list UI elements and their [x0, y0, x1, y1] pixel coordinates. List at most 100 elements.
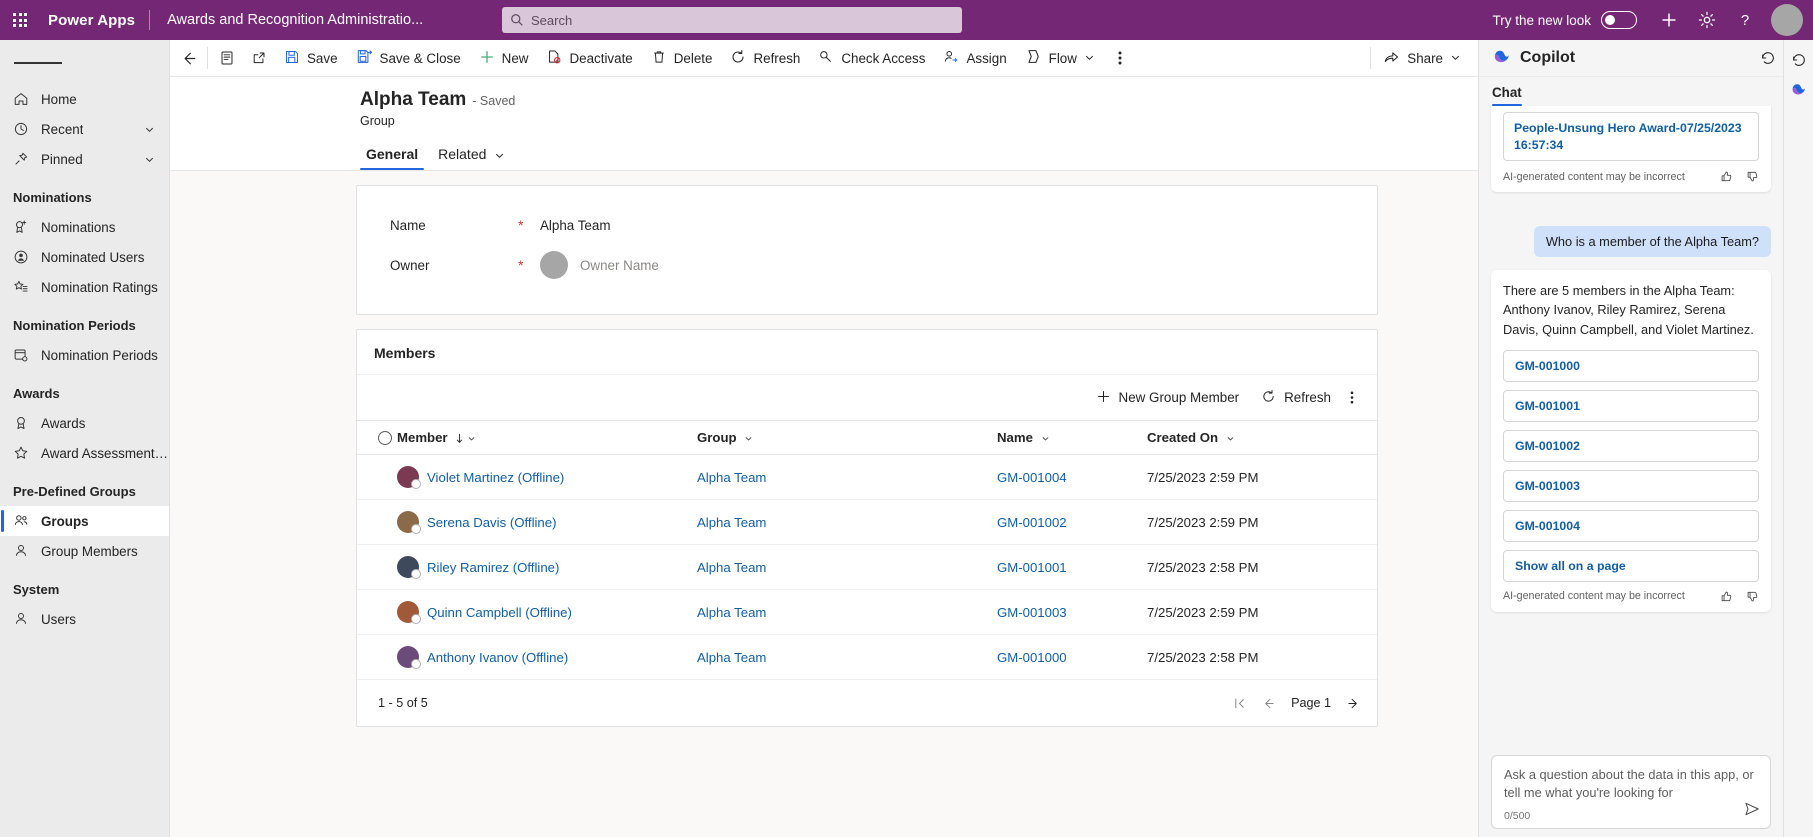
refresh-button[interactable]: Refresh — [721, 43, 809, 73]
record-chip[interactable]: GM-001000 — [1503, 349, 1759, 382]
group-link[interactable]: Alpha Team — [697, 560, 766, 575]
assign-button[interactable]: Assign — [934, 43, 1015, 73]
subgrid-refresh-button[interactable]: Refresh — [1252, 384, 1340, 412]
group-link[interactable]: Alpha Team — [697, 470, 766, 485]
thumbs-up-icon[interactable] — [1720, 590, 1733, 603]
first-page-button[interactable] — [1233, 697, 1246, 710]
copilot-input[interactable]: Ask a question about the data in this ap… — [1504, 766, 1758, 803]
share-button[interactable]: Share — [1374, 43, 1470, 73]
group-link[interactable]: Alpha Team — [697, 515, 766, 530]
chevron-down-icon[interactable] — [1084, 51, 1095, 66]
group-link[interactable]: Alpha Team — [697, 605, 766, 620]
name-field[interactable]: Alpha Team — [540, 218, 610, 233]
chat-history-icon[interactable] — [1753, 43, 1783, 73]
name-link[interactable]: GM-001004 — [997, 470, 1067, 485]
copilot-toggle-icon[interactable] — [1785, 74, 1813, 102]
column-header-member[interactable]: Member — [397, 421, 697, 455]
name-link[interactable]: GM-001002 — [997, 515, 1067, 530]
sidebar-item-recent[interactable]: Recent — [0, 114, 169, 144]
name-link[interactable]: GM-001003 — [997, 605, 1067, 620]
copilot-compose-box[interactable]: Ask a question about the data in this ap… — [1491, 754, 1771, 829]
gear-icon[interactable] — [1689, 2, 1725, 38]
column-header-group[interactable]: Group — [697, 421, 997, 455]
chevron-down-icon[interactable] — [1450, 51, 1461, 66]
help-icon[interactable]: ? — [1727, 2, 1763, 38]
tab-related[interactable]: Related — [432, 142, 511, 170]
toggle-switch-icon[interactable] — [1601, 11, 1637, 29]
sidebar-item-groups[interactable]: Groups — [0, 506, 169, 536]
sidebar-item-home[interactable]: Home — [0, 84, 169, 114]
popout-button[interactable] — [243, 43, 275, 73]
show-all-on-page-button[interactable]: Show all on a page — [1503, 549, 1759, 582]
save-button[interactable]: Save — [275, 43, 347, 73]
chevron-down-icon[interactable] — [144, 154, 169, 165]
deactivate-button[interactable]: Deactivate — [537, 43, 641, 73]
brand-title[interactable]: Power Apps — [40, 12, 149, 29]
select-all-radio[interactable] — [378, 430, 392, 445]
table-row[interactable]: Violet Martinez (Offline) Alpha Team GM-… — [357, 454, 1377, 500]
row-select-cell[interactable] — [357, 454, 397, 500]
new-plus-icon[interactable] — [1651, 2, 1687, 38]
column-header-name[interactable]: Name — [997, 421, 1147, 455]
record-chip[interactable]: GM-001001 — [1503, 389, 1759, 422]
member-link[interactable]: Violet Martinez (Offline) — [427, 470, 564, 485]
new-button[interactable]: New — [470, 43, 538, 73]
member-link[interactable]: Anthony Ivanov (Offline) — [427, 650, 568, 665]
record-chip[interactable]: GM-001004 — [1503, 509, 1759, 542]
sidebar-item-nomination-ratings[interactable]: Nomination Ratings — [0, 272, 169, 302]
check-access-button[interactable]: Check Access — [809, 43, 934, 73]
try-new-look-toggle[interactable]: Try the new look — [1492, 11, 1637, 29]
member-link[interactable]: Riley Ramirez (Offline) — [427, 560, 559, 575]
sidebar-item-awards[interactable]: Awards — [0, 408, 169, 438]
tab-chat[interactable]: Chat — [1492, 85, 1522, 106]
save-and-close-button[interactable]: Save & Close — [347, 43, 470, 73]
sidebar-item-group-members[interactable]: Group Members — [0, 536, 169, 566]
row-select-cell[interactable] — [357, 499, 397, 545]
sidebar-item-award-assessment[interactable]: Award Assessment R... — [0, 438, 169, 468]
search-input[interactable] — [531, 12, 954, 28]
row-select-cell[interactable] — [357, 634, 397, 680]
name-link[interactable]: GM-001001 — [997, 560, 1067, 575]
sidebar-item-pinned[interactable]: Pinned — [0, 144, 169, 174]
chevron-down-icon[interactable] — [144, 124, 169, 135]
hamburger-menu-icon[interactable] — [0, 42, 169, 84]
member-link[interactable]: Serena Davis (Offline) — [427, 515, 557, 530]
delete-button[interactable]: Delete — [642, 43, 722, 73]
name-link[interactable]: GM-001000 — [997, 650, 1067, 665]
chevron-down-icon[interactable] — [494, 150, 505, 161]
copilot-refresh-icon[interactable] — [1785, 46, 1813, 74]
record-suggestion-chip[interactable]: People-Unsung Hero Award-07/25/2023 16:5… — [1503, 112, 1759, 162]
more-commands-button[interactable] — [1104, 43, 1136, 73]
column-header-created-on[interactable]: Created On — [1147, 421, 1377, 455]
app-name[interactable]: Awards and Recognition Administratio... — [150, 12, 423, 28]
tab-general[interactable]: General — [360, 142, 425, 170]
new-group-member-button[interactable]: New Group Member — [1087, 384, 1249, 412]
row-select-cell[interactable] — [357, 544, 397, 590]
thumbs-down-icon[interactable] — [1746, 170, 1759, 183]
record-chip[interactable]: GM-001002 — [1503, 429, 1759, 462]
form-selector-button[interactable] — [211, 43, 243, 73]
table-row[interactable]: Quinn Campbell (Offline) Alpha Team GM-0… — [357, 589, 1377, 635]
row-select-cell[interactable] — [357, 589, 397, 635]
thumbs-up-icon[interactable] — [1720, 170, 1733, 183]
sidebar-item-nominated-users[interactable]: Nominated Users — [0, 242, 169, 272]
back-button[interactable] — [172, 43, 204, 73]
table-row[interactable]: Riley Ramirez (Offline) Alpha Team GM-00… — [357, 544, 1377, 590]
owner-field[interactable]: Owner Name — [568, 258, 659, 273]
select-all-header[interactable] — [357, 421, 397, 455]
group-link[interactable]: Alpha Team — [697, 650, 766, 665]
copilot-conversation[interactable]: People-Unsung Hero Award-07/25/2023 16:5… — [1479, 106, 1783, 755]
subgrid-more-button[interactable] — [1344, 385, 1360, 410]
user-avatar[interactable] — [1771, 4, 1803, 36]
sidebar-item-nomination-periods[interactable]: Nomination Periods — [0, 340, 169, 370]
global-search[interactable] — [502, 7, 962, 33]
member-link[interactable]: Quinn Campbell (Offline) — [427, 605, 572, 620]
app-launcher-icon[interactable] — [0, 0, 40, 40]
table-row[interactable]: Serena Davis (Offline) Alpha Team GM-001… — [357, 499, 1377, 545]
record-chip[interactable]: GM-001003 — [1503, 469, 1759, 502]
next-page-button[interactable] — [1347, 697, 1360, 710]
flow-button[interactable]: Flow — [1016, 43, 1104, 73]
table-row[interactable]: Anthony Ivanov (Offline) Alpha Team GM-0… — [357, 634, 1377, 680]
send-icon[interactable] — [1744, 801, 1760, 822]
sidebar-item-users[interactable]: Users — [0, 604, 169, 634]
